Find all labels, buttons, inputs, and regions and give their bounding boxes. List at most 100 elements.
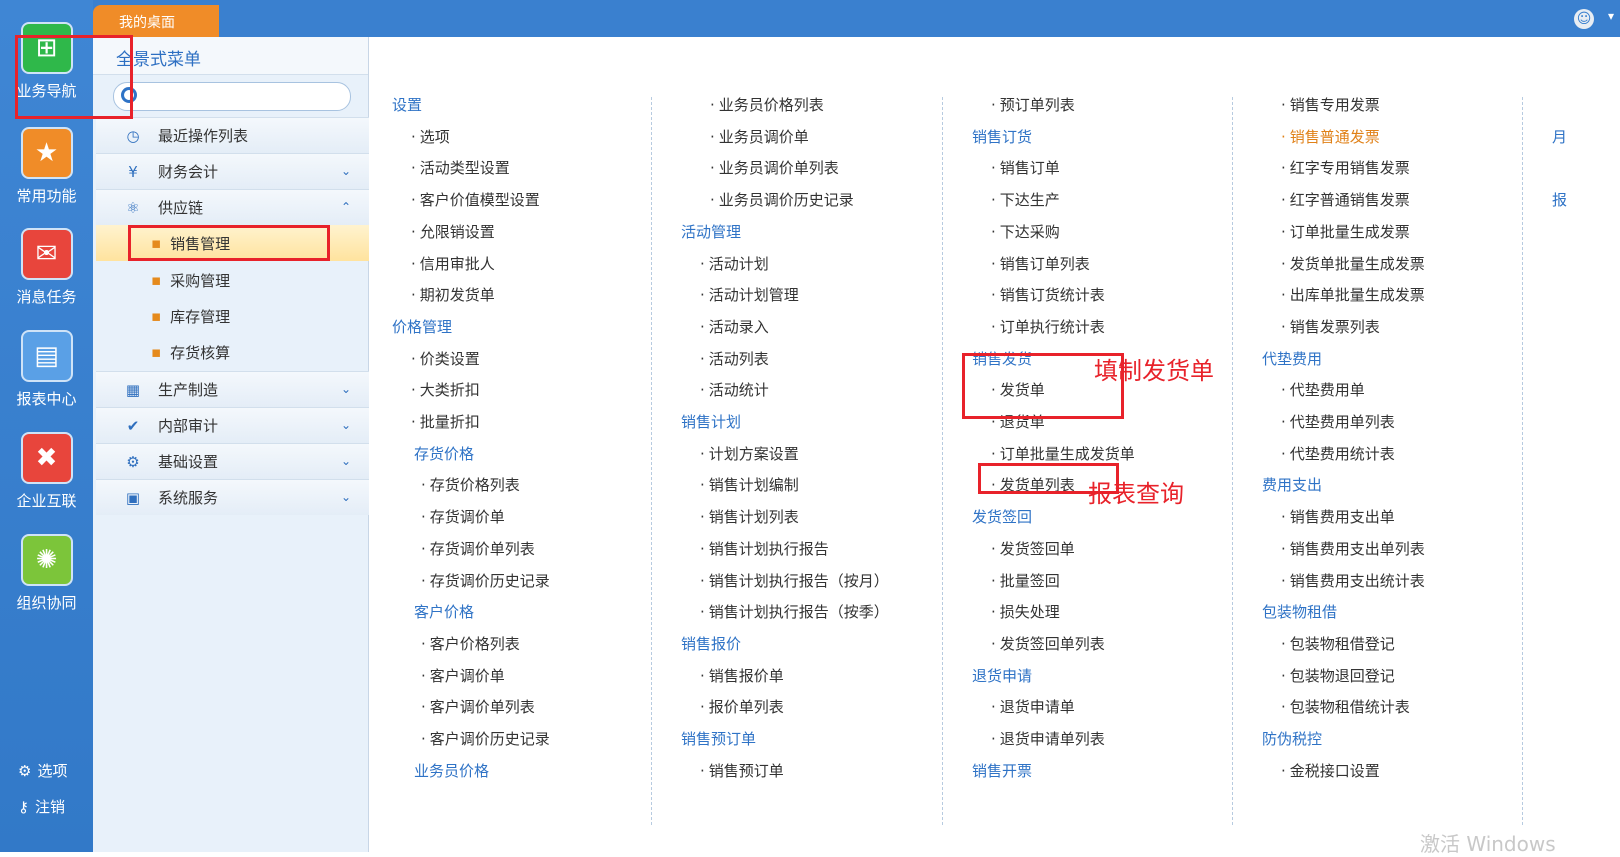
menu-item[interactable]: 销售报价单 bbox=[700, 665, 784, 686]
menu-item[interactable]: 大类折扣 bbox=[411, 379, 480, 400]
menu-item[interactable]: 客户调价单 bbox=[421, 665, 505, 686]
menu-item[interactable]: 发货单批量生成发票 bbox=[1281, 253, 1425, 274]
menu-heading[interactable]: 销售预订单 bbox=[681, 728, 756, 749]
menu-item[interactable]: 选项 bbox=[411, 126, 450, 147]
menu-item[interactable]: 包装物退回登记 bbox=[1281, 665, 1395, 686]
tab-my-desktop[interactable]: 我的桌面 bbox=[93, 5, 219, 37]
chevron-down-icon[interactable]: ▾ bbox=[1608, 9, 1614, 23]
menu-item[interactable]: 发货签回单 bbox=[991, 538, 1075, 559]
menu-item[interactable]: 红字普通销售发票 bbox=[1281, 189, 1410, 210]
menu-item[interactable]: 代垫费用单 bbox=[1281, 379, 1365, 400]
menu-heading[interactable]: 设置 bbox=[392, 94, 422, 115]
menu-item[interactable]: 活动列表 bbox=[700, 348, 769, 369]
menu-item[interactable]: 计划方案设置 bbox=[700, 443, 799, 464]
menu-item[interactable]: 销售专用发票 bbox=[1281, 94, 1380, 115]
menu-heading[interactable]: 包装物租借 bbox=[1262, 601, 1337, 622]
menu-item[interactable]: 批量折扣 bbox=[411, 411, 480, 432]
menu-item[interactable]: 活动录入 bbox=[700, 316, 769, 337]
menu-item[interactable]: 损失处理 bbox=[991, 601, 1060, 622]
menu-heading[interactable]: 防伪税控 bbox=[1262, 728, 1322, 749]
menu-item[interactable]: 销售订单 bbox=[991, 157, 1060, 178]
menu-item[interactable]: 销售发票列表 bbox=[1281, 316, 1380, 337]
nav-item-6[interactable]: ▣ 系统服务 ⌄ bbox=[96, 479, 369, 515]
leftbar-item-3[interactable]: ▤ 报表中心 bbox=[0, 330, 93, 409]
nav-sub-item-2[interactable]: ▪ 库存管理 bbox=[96, 298, 369, 334]
options-button[interactable]: ⚙ 选项 bbox=[18, 760, 67, 781]
menu-item[interactable]: 订单批量生成发票 bbox=[1281, 221, 1410, 242]
menu-item[interactable]: 业务员调价历史记录 bbox=[710, 189, 854, 210]
menu-heading[interactable]: 报 bbox=[1552, 189, 1567, 210]
menu-item[interactable]: 信用审批人 bbox=[411, 253, 495, 274]
menu-item[interactable]: 销售计划执行报告（按月） bbox=[700, 570, 889, 591]
nav-sub-item-1[interactable]: ▪ 采购管理 bbox=[96, 262, 369, 298]
menu-heading[interactable]: 退货申请 bbox=[972, 665, 1032, 686]
nav-sub-item-3[interactable]: ▪ 存货核算 bbox=[96, 334, 369, 370]
menu-item[interactable]: 销售计划列表 bbox=[700, 506, 799, 527]
menu-heading[interactable]: 月 bbox=[1552, 126, 1567, 147]
menu-item[interactable]: 下达生产 bbox=[991, 189, 1060, 210]
menu-heading[interactable]: 业务员价格 bbox=[414, 760, 489, 781]
menu-item[interactable]: 活动计划管理 bbox=[700, 284, 799, 305]
menu-item[interactable]: 销售计划执行报告（按季） bbox=[700, 601, 889, 622]
menu-heading[interactable]: 客户价格 bbox=[414, 601, 474, 622]
menu-item[interactable]: 批量签回 bbox=[991, 570, 1060, 591]
user-smiley-icon[interactable]: ☺ bbox=[1574, 9, 1594, 29]
menu-item[interactable]: 订单执行统计表 bbox=[991, 316, 1105, 337]
menu-item[interactable]: 代垫费用统计表 bbox=[1281, 443, 1395, 464]
menu-heading[interactable]: 价格管理 bbox=[392, 316, 452, 337]
menu-heading[interactable]: 销售开票 bbox=[972, 760, 1032, 781]
menu-heading[interactable]: 代垫费用 bbox=[1262, 348, 1322, 369]
menu-item[interactable]: 预订单列表 bbox=[991, 94, 1075, 115]
menu-item[interactable]: 销售订单列表 bbox=[991, 253, 1090, 274]
menu-heading[interactable]: 活动管理 bbox=[681, 221, 741, 242]
logout-button[interactable]: ⚷ 注销 bbox=[18, 796, 65, 817]
menu-item[interactable]: 下达采购 bbox=[991, 221, 1060, 242]
menu-item[interactable]: 销售费用支出统计表 bbox=[1281, 570, 1425, 591]
menu-item[interactable]: 退货申请单列表 bbox=[991, 728, 1105, 749]
menu-item[interactable]: 销售预订单 bbox=[700, 760, 784, 781]
menu-item[interactable]: 订单批量生成发货单 bbox=[991, 443, 1135, 464]
menu-item[interactable]: 存货调价单列表 bbox=[421, 538, 535, 559]
menu-item[interactable]: 销售普通发票 bbox=[1281, 126, 1380, 147]
menu-item[interactable]: 客户价值模型设置 bbox=[411, 189, 540, 210]
menu-heading[interactable]: 销售订货 bbox=[972, 126, 1032, 147]
menu-heading[interactable]: 销售报价 bbox=[681, 633, 741, 654]
menu-item[interactable]: 销售费用支出单列表 bbox=[1281, 538, 1425, 559]
menu-item[interactable]: 业务员价格列表 bbox=[710, 94, 824, 115]
menu-item[interactable]: 活动类型设置 bbox=[411, 157, 510, 178]
menu-item[interactable]: 活动计划 bbox=[700, 253, 769, 274]
menu-item[interactable]: 销售计划执行报告 bbox=[700, 538, 829, 559]
menu-item[interactable]: 客户价格列表 bbox=[421, 633, 520, 654]
menu-item[interactable]: 包装物租借登记 bbox=[1281, 633, 1395, 654]
menu-item[interactable]: 金税接口设置 bbox=[1281, 760, 1380, 781]
nav-item-4[interactable]: ✔ 内部审计 ⌄ bbox=[96, 407, 369, 443]
leftbar-item-2[interactable]: ✉ 消息任务 bbox=[0, 228, 93, 307]
menu-heading[interactable]: 存货价格 bbox=[414, 443, 474, 464]
menu-item[interactable]: 包装物租借统计表 bbox=[1281, 696, 1410, 717]
menu-item[interactable]: 存货调价历史记录 bbox=[421, 570, 550, 591]
menu-item[interactable]: 活动统计 bbox=[700, 379, 769, 400]
menu-item[interactable]: 价类设置 bbox=[411, 348, 480, 369]
nav-item-3[interactable]: ▦ 生产制造 ⌄ bbox=[96, 371, 369, 407]
menu-item[interactable]: 出库单批量生成发票 bbox=[1281, 284, 1425, 305]
leftbar-item-4[interactable]: ✖ 企业互联 bbox=[0, 432, 93, 511]
nav-item-5[interactable]: ⚙ 基础设置 ⌄ bbox=[96, 443, 369, 479]
nav-item-2[interactable]: ⚛ 供应链 ⌃ bbox=[96, 189, 369, 225]
menu-item[interactable]: 红字专用销售发票 bbox=[1281, 157, 1410, 178]
leftbar-item-5[interactable]: ✺ 组织协同 bbox=[0, 534, 93, 613]
menu-item[interactable]: 期初发货单 bbox=[411, 284, 495, 305]
search-input[interactable] bbox=[113, 82, 351, 111]
menu-heading[interactable]: 费用支出 bbox=[1262, 474, 1322, 495]
menu-item[interactable]: 代垫费用单列表 bbox=[1281, 411, 1395, 432]
menu-item[interactable]: 业务员调价单 bbox=[710, 126, 809, 147]
menu-item[interactable]: 销售计划编制 bbox=[700, 474, 799, 495]
nav-item-1[interactable]: ¥ 财务会计 ⌄ bbox=[96, 153, 369, 189]
menu-item[interactable]: 存货价格列表 bbox=[421, 474, 520, 495]
menu-item[interactable]: 销售订货统计表 bbox=[991, 284, 1105, 305]
menu-item[interactable]: 允限销设置 bbox=[411, 221, 495, 242]
menu-item[interactable]: 报价单列表 bbox=[700, 696, 784, 717]
menu-item[interactable]: 发货签回单列表 bbox=[991, 633, 1105, 654]
menu-heading[interactable]: 销售计划 bbox=[681, 411, 741, 432]
menu-item[interactable]: 销售费用支出单 bbox=[1281, 506, 1395, 527]
menu-item[interactable]: 客户调价历史记录 bbox=[421, 728, 550, 749]
